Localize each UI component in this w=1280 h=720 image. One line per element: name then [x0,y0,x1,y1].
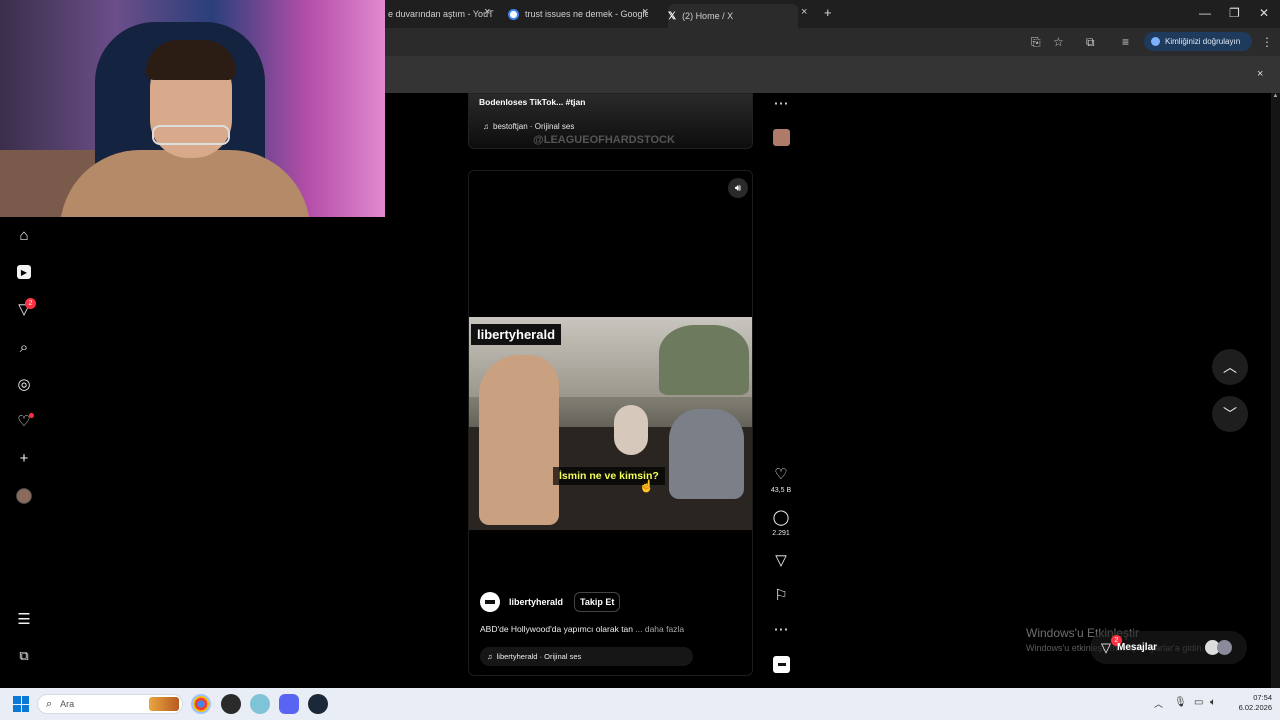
reel-video[interactable]: libertyherald İsmin ne ve kimsin? ☝ [469,317,752,530]
install-app-icon[interactable]: ⎘ [1031,35,1041,50]
kebab-menu-icon[interactable]: ⋮ [1261,35,1273,49]
share-icon[interactable]: ▽ [771,551,791,569]
search-highlight-icon [149,697,179,711]
music-note-icon: ♫ [487,652,493,661]
tab-title: e duvarından aştım - YouT [388,9,494,19]
search-icon: ⌕ [46,697,53,710]
webcam-overlay [0,0,385,217]
new-tab-button[interactable]: + [824,5,832,20]
more-options-icon[interactable]: ⋯ [771,94,791,112]
author-username[interactable]: libertyherald [509,597,563,607]
reading-list-icon[interactable]: ≡ [1122,35,1129,49]
x-logo-icon: 𝕏 [668,10,677,22]
notification-dot [29,413,34,418]
comment-icon[interactable]: ◯ [771,508,791,526]
notification-badge: 2 [25,298,36,309]
info-bar-close-icon[interactable]: × [1257,68,1263,80]
explore-icon[interactable]: ◎ [13,373,35,395]
extensions-icon[interactable]: ⧉ [1086,35,1095,50]
profile-avatar[interactable] [16,488,32,504]
follow-button[interactable]: Takip Et [574,592,621,612]
audio-thumbnail[interactable] [773,656,790,673]
reel-post[interactable]: 🔊︎ libertyherald İsmin ne ve kimsin? ☝ l… [468,170,753,676]
volume-icon[interactable]: 🔈︎ [1210,697,1216,708]
prev-post-audio[interactable]: ♫ bestoftjan · Orijinal ses [483,122,574,131]
minimize-icon[interactable]: — [1199,6,1211,20]
post-caption: ABD'de Hollywood'da yapımcı olarak tan .… [480,624,685,634]
taskbar-search[interactable]: ⌕ Ara [37,694,183,714]
music-note-icon: ♫ [483,122,489,131]
steam-icon[interactable] [308,694,328,714]
grid-icon[interactable]: ⧉ [13,645,35,667]
tab-google[interactable]: trust issues ne demek - Google [508,4,648,24]
streamer-hair [146,40,236,80]
tab-title: trust issues ne demek - Google [525,9,648,19]
tab-x-home[interactable]: 𝕏 (2) Home / X [668,4,798,28]
close-window-icon[interactable]: ✕ [1259,6,1269,20]
messages-pill[interactable]: ▽ 2 Mesajlar [1090,631,1247,664]
video-person-2 [614,405,648,455]
tab-close-icon[interactable]: × [801,6,807,18]
messages-icon: ▽ [1101,640,1111,655]
menu-icon[interactable]: ☰ [13,608,35,630]
clock-time: 07:54 [1253,693,1272,702]
tab-close-icon[interactable]: × [484,6,490,18]
restore-icon[interactable]: ❐ [1229,6,1240,20]
tab-youtube[interactable]: e duvarından aştım - YouT [388,4,494,24]
prev-post-watermark: @LEAGUEOFHARDSTOCK [533,134,675,146]
bookmark-star-icon[interactable]: ☆ [1053,35,1064,49]
tray-chevron-icon[interactable]: ︿ [1154,697,1163,710]
taskbar-clock[interactable]: 07:54 6.02.2026 [1228,693,1272,713]
like-icon[interactable]: ♡ [771,465,791,483]
verify-label: Kimliğinizi doğrulayın [1165,37,1241,46]
tab-close-icon[interactable]: × [642,6,648,18]
scroll-up-button[interactable]: ︿ [1212,349,1248,385]
verify-identity-button[interactable]: Kimliğinizi doğrulayın [1144,32,1252,51]
microphone-icon[interactable]: 🎙︎ [1174,697,1187,708]
tab-title: (2) Home / X [682,11,734,21]
volume-icon[interactable]: 🔊︎ [728,178,748,198]
messages-label: Mesajlar [1117,642,1158,653]
avatar [1217,640,1232,655]
like-count: 43,5 B [770,487,792,494]
comment-count: 2.291 [772,530,790,537]
more-options-icon[interactable]: ⋯ [771,620,791,638]
glasses [152,125,230,145]
reels-icon[interactable]: ▶ [13,261,35,283]
chrome-icon[interactable] [191,694,211,714]
app-icon[interactable] [250,694,270,714]
video-person-1 [479,355,559,525]
clock-date: 6.02.2026 [1238,703,1272,712]
previous-post[interactable]: Bodenloses TikTok... #tjan ♫ bestoftjan … [468,93,753,149]
windows-start-icon[interactable] [13,696,29,712]
save-icon[interactable]: ⚐ [771,586,791,604]
search-icon[interactable]: ⌕ [13,336,35,358]
more-link[interactable]: ... daha fazla [635,624,684,634]
audio-thumbnail[interactable] [773,129,790,146]
video-label: libertyherald [471,324,562,345]
video-person-3 [669,409,744,499]
video-tree [659,325,749,395]
shield-icon [1151,37,1160,46]
network-icon[interactable]: ▭ [1194,697,1203,708]
scrollbar[interactable]: ▲ [1271,93,1280,688]
discord-icon[interactable] [279,694,299,714]
app-icon[interactable] [221,694,241,714]
post-audio[interactable]: ♫ libertyherald · Orijinal ses [480,647,693,666]
prev-post-title: Bodenloses TikTok... #tjan [479,97,586,107]
google-icon [508,8,519,20]
author-avatar[interactable] [480,592,500,612]
cursor-hand-icon: ☝ [639,479,654,493]
home-icon[interactable]: ⌂ [13,224,35,246]
create-icon[interactable]: + [13,447,35,469]
scroll-down-button[interactable]: ﹀ [1212,396,1248,432]
